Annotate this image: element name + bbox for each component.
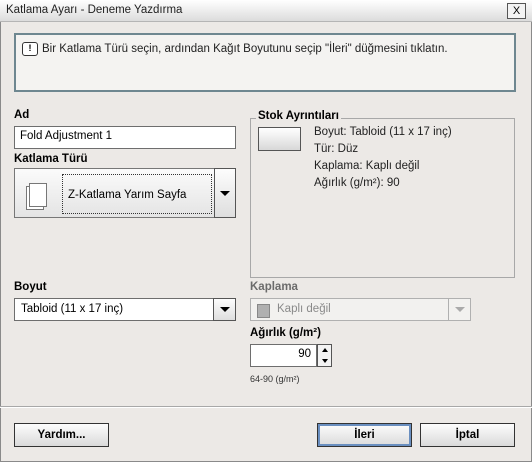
coating-swatch-icon xyxy=(257,304,270,318)
help-button[interactable]: Yardım... xyxy=(14,423,109,447)
name-label: Ad xyxy=(14,109,30,121)
paper-stock-icon xyxy=(258,127,301,151)
coating-select[interactable]: Kaplı değil xyxy=(250,298,471,321)
size-select[interactable]: Tabloid (11 x 17 inç) xyxy=(14,298,236,321)
coating-label: Kaplama xyxy=(250,281,298,293)
fold-type-label: Katlama Türü xyxy=(14,153,88,165)
window-title: Katlama Ayarı - Deneme Yazdırma xyxy=(6,4,183,16)
size-label: Boyut xyxy=(14,281,47,293)
title-bar: Katlama Ayarı - Deneme Yazdırma xyxy=(0,0,532,22)
chevron-down-icon xyxy=(220,190,230,196)
info-box: ! Bir Katlama Türü seçin, ardından Kağıt… xyxy=(14,33,516,92)
weight-field[interactable]: 90 xyxy=(250,344,317,367)
stock-type: Tür: Düz xyxy=(314,143,359,155)
stock-size: Boyut: Tabloid (11 x 17 inç) xyxy=(314,126,452,138)
stock-weight: Ağırlık (g/m²): 90 xyxy=(314,177,400,189)
close-button[interactable]: X xyxy=(507,3,526,19)
chevron-down-icon xyxy=(219,307,230,312)
info-message: Bir Katlama Türü seçin, ardından Kağıt B… xyxy=(42,43,448,55)
size-dropdown-button[interactable] xyxy=(213,298,236,321)
stock-details-panel: Boyut: Tabloid (11 x 17 inç) Tür: Düz Ka… xyxy=(250,118,515,278)
weight-label: Ağırlık (g/m²) xyxy=(250,327,321,339)
speech-bubble-exclamation-icon: ! xyxy=(22,42,38,56)
cancel-button[interactable]: İptal xyxy=(420,423,515,447)
weight-stepper[interactable] xyxy=(317,344,332,367)
size-value: Tabloid (11 x 17 inç) xyxy=(21,303,124,315)
stock-details-label: Stok Ayrıntıları xyxy=(256,110,341,122)
fold-type-dropdown-button[interactable] xyxy=(214,168,236,218)
next-button[interactable]: İleri xyxy=(317,423,412,447)
increment-icon[interactable] xyxy=(318,345,331,355)
decrement-icon[interactable] xyxy=(318,356,331,366)
fold-type-value: Z-Katlama Yarım Sayfa xyxy=(62,174,212,214)
stock-coating: Kaplama: Kaplı değil xyxy=(314,160,420,172)
chevron-down-icon xyxy=(454,307,465,312)
weight-range: 64-90 (g/m²) xyxy=(250,374,300,384)
footer-divider xyxy=(0,406,532,408)
name-field[interactable]: Fold Adjustment 1 xyxy=(14,126,236,149)
coating-value: Kaplı değil xyxy=(277,303,331,315)
document-icon xyxy=(29,183,47,207)
coating-dropdown-button[interactable] xyxy=(448,298,471,321)
fold-type-selector[interactable]: Z-Katlama Yarım Sayfa xyxy=(14,168,236,218)
